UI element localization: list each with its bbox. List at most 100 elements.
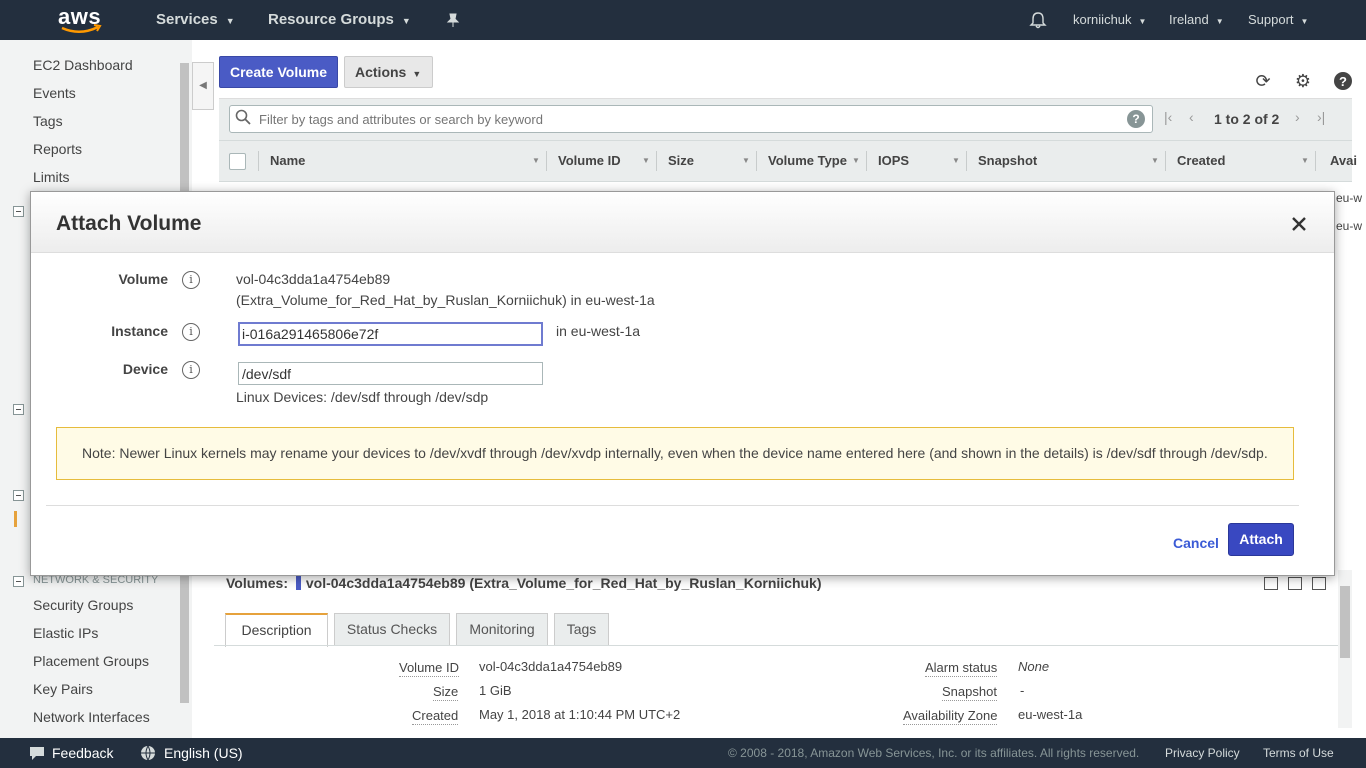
- column-snapshot[interactable]: Snapshot: [978, 153, 1037, 168]
- speech-bubble-icon: [30, 747, 44, 760]
- search-input[interactable]: [229, 105, 1153, 133]
- account-menu[interactable]: korniichuk ▼: [1073, 0, 1146, 40]
- attach-button[interactable]: Attach: [1228, 523, 1294, 556]
- services-menu[interactable]: Services ▼: [156, 0, 235, 40]
- top-navbar: aws Services ▼ Resource Groups ▼ korniichu…: [0, 0, 1366, 40]
- resource-groups-label: Resource Groups: [268, 11, 394, 28]
- collapse-section-icon[interactable]: [13, 404, 24, 415]
- prev-page-icon[interactable]: ‹: [1189, 109, 1194, 125]
- tab-tags[interactable]: Tags: [554, 613, 609, 646]
- sidebar-item-reports[interactable]: Reports: [33, 141, 82, 157]
- help-icon[interactable]: ?: [1333, 71, 1353, 91]
- column-volume-type[interactable]: Volume Type: [768, 153, 847, 168]
- collapse-section-icon[interactable]: [13, 206, 24, 217]
- sidebar-item-tags[interactable]: Tags: [33, 113, 63, 129]
- sidebar-item-elastic-ips[interactable]: Elastic IPs: [33, 625, 98, 641]
- device-input[interactable]: [238, 362, 543, 385]
- column-availability-zone[interactable]: Avai: [1330, 153, 1357, 168]
- svg-text:?: ?: [1339, 74, 1347, 89]
- sort-caret-icon[interactable]: ▼: [532, 156, 540, 165]
- dialog-divider: [46, 505, 1299, 506]
- sidebar-item-security-groups[interactable]: Security Groups: [33, 597, 133, 613]
- detail-label-size: Size: [433, 684, 459, 701]
- close-icon[interactable]: [1289, 214, 1309, 234]
- services-label: Services: [156, 11, 218, 28]
- chevron-down-icon: ▼: [401, 16, 411, 26]
- sort-caret-icon[interactable]: ▼: [952, 156, 960, 165]
- sidebar-item-events[interactable]: Events: [33, 85, 76, 101]
- notifications-bell-icon[interactable]: [1029, 0, 1047, 40]
- detail-value-volume-id: vol-04c3dda1a4754eb89: [479, 659, 623, 674]
- sort-caret-icon[interactable]: ▼: [1301, 156, 1309, 165]
- dialog-header: Attach Volume: [31, 192, 1334, 253]
- refresh-icon[interactable]: ⟳: [1253, 71, 1273, 91]
- select-all-checkbox[interactable]: [229, 153, 246, 170]
- sidebar-item-ec2-dashboard[interactable]: EC2 Dashboard: [33, 57, 133, 73]
- details-header: Volumes: vol-04c3dda1a4754eb89 (Extra_Vo…: [226, 575, 822, 591]
- privacy-policy-link[interactable]: Privacy Policy: [1165, 738, 1240, 768]
- sidebar-item-key-pairs[interactable]: Key Pairs: [33, 681, 93, 697]
- search-help-icon[interactable]: ?: [1127, 110, 1145, 128]
- feedback-link[interactable]: Feedback: [28, 738, 113, 768]
- actions-button[interactable]: Actions ▼: [344, 56, 433, 88]
- sort-caret-icon[interactable]: ▼: [642, 156, 650, 165]
- resize-marker: [295, 575, 301, 590]
- info-icon[interactable]: i: [182, 323, 200, 341]
- table-cell-az: eu-w: [1336, 191, 1363, 205]
- details-header-prefix: Volumes:: [226, 575, 288, 591]
- sidebar-item-network-interfaces[interactable]: Network Interfaces: [33, 709, 150, 725]
- column-created[interactable]: Created: [1177, 153, 1225, 168]
- cancel-button[interactable]: Cancel: [1173, 535, 1219, 551]
- scrollbar-thumb[interactable]: [1340, 586, 1350, 658]
- instance-label: Instance: [111, 323, 168, 339]
- panel-minimize-icon[interactable]: [1264, 577, 1278, 590]
- table-cell-az: eu-w: [1336, 219, 1363, 233]
- region-menu[interactable]: Ireland ▼: [1169, 0, 1224, 40]
- column-divider: [756, 151, 757, 171]
- column-divider: [656, 151, 657, 171]
- collapse-sidebar-button[interactable]: ◀: [192, 62, 214, 110]
- column-divider: [258, 151, 259, 171]
- account-name: korniichuk: [1073, 12, 1132, 27]
- sort-caret-icon[interactable]: ▼: [852, 156, 860, 165]
- panel-maximize-icon[interactable]: [1312, 577, 1326, 590]
- pagination-text: 1 to 2 of 2: [1214, 111, 1280, 127]
- chevron-down-icon: ▼: [1138, 17, 1147, 26]
- search-icon: [235, 109, 251, 125]
- sort-caret-icon[interactable]: ▼: [742, 156, 750, 165]
- volume-label: Volume: [118, 271, 168, 287]
- collapse-section-icon[interactable]: [13, 490, 24, 501]
- support-menu[interactable]: Support ▼: [1248, 0, 1308, 40]
- column-name[interactable]: Name: [270, 153, 305, 168]
- collapse-section-icon[interactable]: [13, 576, 24, 587]
- info-icon[interactable]: i: [182, 271, 200, 289]
- details-scrollbar[interactable]: [1338, 570, 1352, 728]
- sidebar-item-placement-groups[interactable]: Placement Groups: [33, 653, 149, 669]
- sidebar-item-limits[interactable]: Limits: [33, 169, 70, 185]
- feedback-label: Feedback: [52, 745, 114, 761]
- sort-caret-icon[interactable]: ▼: [1151, 156, 1159, 165]
- last-page-icon[interactable]: ›|: [1317, 109, 1325, 125]
- pin-icon[interactable]: [446, 0, 460, 40]
- first-page-icon[interactable]: |‹: [1164, 109, 1172, 125]
- tab-description[interactable]: Description: [225, 613, 328, 647]
- column-size[interactable]: Size: [668, 153, 694, 168]
- resource-groups-menu[interactable]: Resource Groups ▼: [268, 0, 411, 40]
- next-page-icon[interactable]: ›: [1295, 109, 1300, 125]
- detail-value-snapshot: -: [1020, 683, 1025, 698]
- column-volume-id[interactable]: Volume ID: [558, 153, 621, 168]
- info-icon[interactable]: i: [182, 361, 200, 379]
- panel-half-icon[interactable]: [1288, 577, 1302, 590]
- create-volume-button[interactable]: Create Volume: [219, 56, 338, 88]
- tab-monitoring[interactable]: Monitoring: [456, 613, 548, 646]
- pushpin-icon: [446, 13, 460, 27]
- language-selector[interactable]: English (US): [140, 738, 243, 768]
- aws-logo[interactable]: aws: [58, 4, 104, 34]
- tab-status-checks[interactable]: Status Checks: [334, 613, 450, 646]
- gear-icon[interactable]: ⚙: [1293, 71, 1313, 91]
- table-header: Name ▼ Volume ID ▼ Size ▼ Volume Type ▼ …: [219, 140, 1357, 182]
- column-iops[interactable]: IOPS: [878, 153, 909, 168]
- terms-of-use-link[interactable]: Terms of Use: [1263, 738, 1334, 768]
- actions-label: Actions: [355, 64, 407, 80]
- instance-input[interactable]: [238, 322, 543, 346]
